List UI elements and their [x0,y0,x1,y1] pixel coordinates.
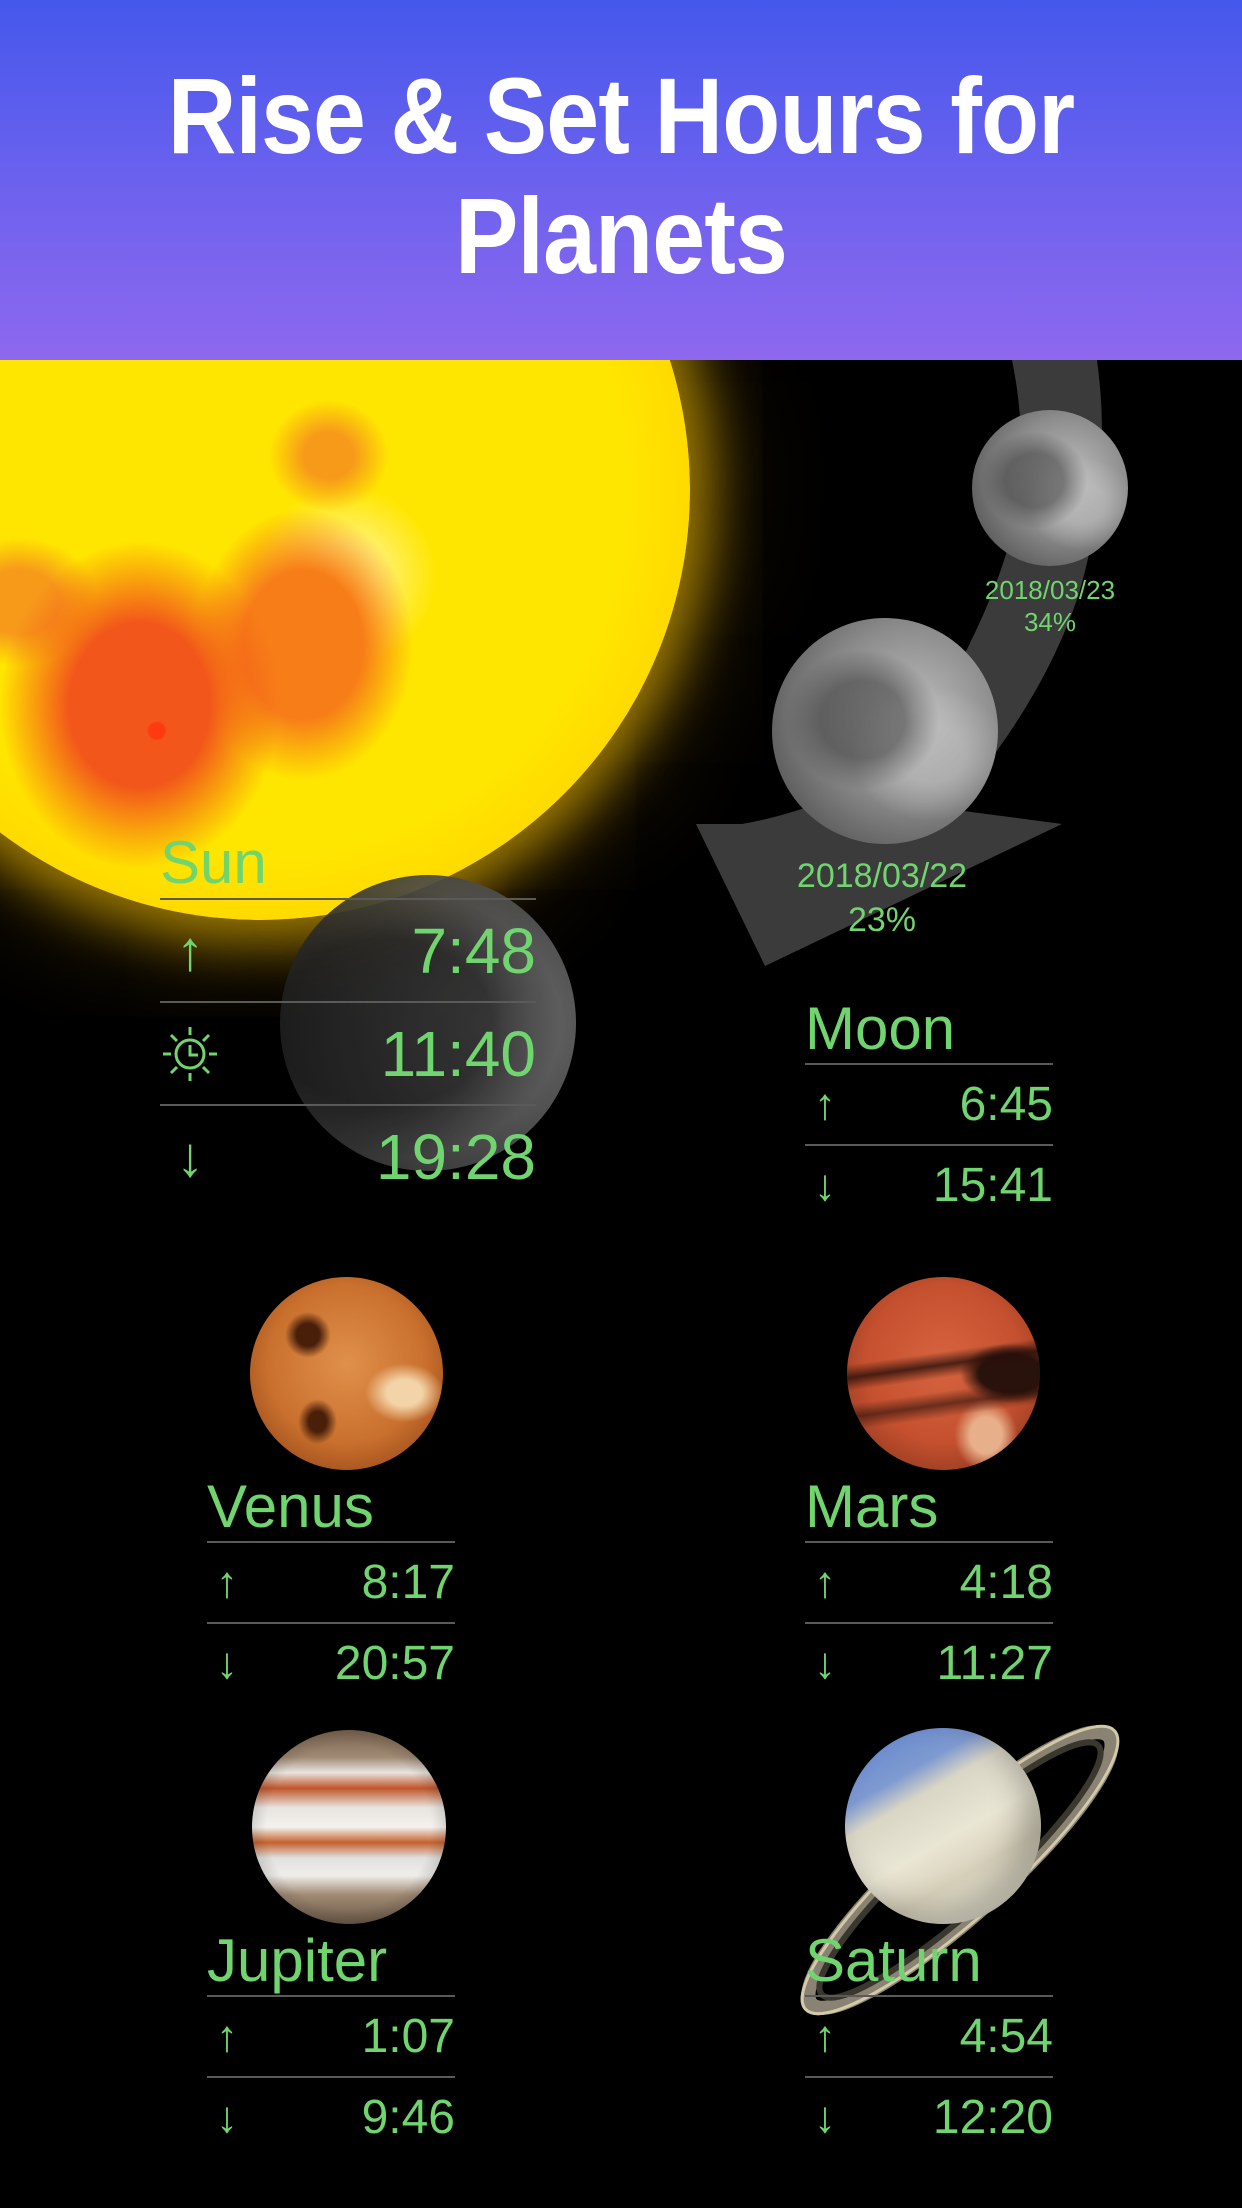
rise-time: 4:18 [959,1556,1053,1609]
moon-phase-percent: 23% [847,901,917,939]
venus-image[interactable] [250,1277,443,1470]
set-row: ↓ 20:57 [207,1622,455,1703]
rise-arrow-icon: ↑ [814,1557,836,1607]
moon-phase-percent: 34% [1023,607,1077,637]
body-name: Sun [160,829,267,896]
rise-arrow-icon: ↑ [216,2011,238,2061]
rise-time: 6:45 [959,1078,1053,1131]
set-row: ↓ 9:46 [207,2076,455,2157]
set-arrow-icon: ↓ [814,2092,836,2142]
moon-phase-date: 2018/03/22 [796,857,968,895]
set-arrow-icon: ↓ [216,2092,238,2142]
set-row: ↓ 15:41 [805,1144,1053,1225]
jupiter-image[interactable] [252,1730,446,1924]
rise-row: ↑ 7:48 [160,898,536,1001]
rise-time: 7:48 [411,914,536,987]
set-arrow-icon: ↓ [176,1125,204,1188]
promo-title-line-2: Planets [455,175,788,296]
set-time: 15:41 [932,1159,1053,1212]
venus-times[interactable]: Venus ↑ 8:17 ↓ 20:57 [207,1473,455,1703]
jupiter-times[interactable]: Jupiter ↑ 1:07 ↓ 9:46 [207,1927,455,2157]
set-row: ↓ 19:28 [160,1104,536,1207]
rise-arrow-icon: ↑ [176,919,204,982]
rise-arrow-icon: ↑ [216,1557,238,1607]
saturn-times[interactable]: Saturn ↑ 4:54 ↓ 12:20 [805,1927,1053,2157]
body-name: Saturn [805,1927,982,1994]
set-time: 9:46 [361,2091,455,2144]
body-name: Mars [805,1473,939,1540]
moon-phase-image-current[interactable] [772,618,998,844]
rise-row: ↑ 4:54 [805,1995,1053,2076]
rise-time: 1:07 [361,2010,455,2063]
transit-row: 11:40 [160,1001,536,1104]
body-name: Moon [805,995,956,1062]
moon-phase-image-next[interactable] [972,410,1128,566]
rise-row: ↑ 8:17 [207,1541,455,1622]
moon-phase-label-current: 2018/03/22 23% [770,854,994,942]
rise-arrow-icon: ↑ [814,1079,836,1129]
rise-row: ↑ 1:07 [207,1995,455,2076]
set-time: 12:20 [932,2091,1053,2144]
rise-time: 4:54 [959,2010,1053,2063]
rise-arrow-icon: ↑ [814,2011,836,2061]
set-time: 11:27 [936,1637,1053,1690]
promo-header: Rise & Set Hours for Planets [0,0,1242,360]
sun-times[interactable]: Sun ↑ 7:48 11:40 ↓ 19:28 [160,828,536,1207]
moon-times[interactable]: Moon ↑ 6:45 ↓ 15:41 [805,995,1053,1225]
rise-time: 8:17 [361,1556,455,1609]
transit-time: 11:40 [380,1017,536,1090]
set-time: 19:28 [375,1120,536,1193]
moon-phase-label-next: 2018/03/23 34% [960,574,1140,638]
promo-title: Rise & Set Hours for Planets [75,56,1168,296]
set-time: 20:57 [334,1637,455,1690]
sun-clock-icon [160,1024,220,1084]
rise-row: ↑ 6:45 [805,1063,1053,1144]
saturn-image[interactable] [845,1728,1041,1924]
set-arrow-icon: ↓ [814,1638,836,1688]
body-name: Venus [207,1473,374,1540]
rise-row: ↑ 4:18 [805,1541,1053,1622]
mars-image[interactable] [847,1277,1040,1470]
set-arrow-icon: ↓ [814,1160,836,1210]
sky-view: 2018/03/23 34% 2018/03/22 23% Sun ↑ 7:48… [0,360,1242,2208]
set-row: ↓ 11:27 [805,1622,1053,1703]
moon-phase-date: 2018/03/23 [984,575,1116,605]
set-row: ↓ 12:20 [805,2076,1053,2157]
body-name: Jupiter [207,1927,388,1994]
mars-times[interactable]: Mars ↑ 4:18 ↓ 11:27 [805,1473,1053,1703]
promo-title-line-1: Rise & Set Hours for [167,55,1075,176]
set-arrow-icon: ↓ [216,1638,238,1688]
